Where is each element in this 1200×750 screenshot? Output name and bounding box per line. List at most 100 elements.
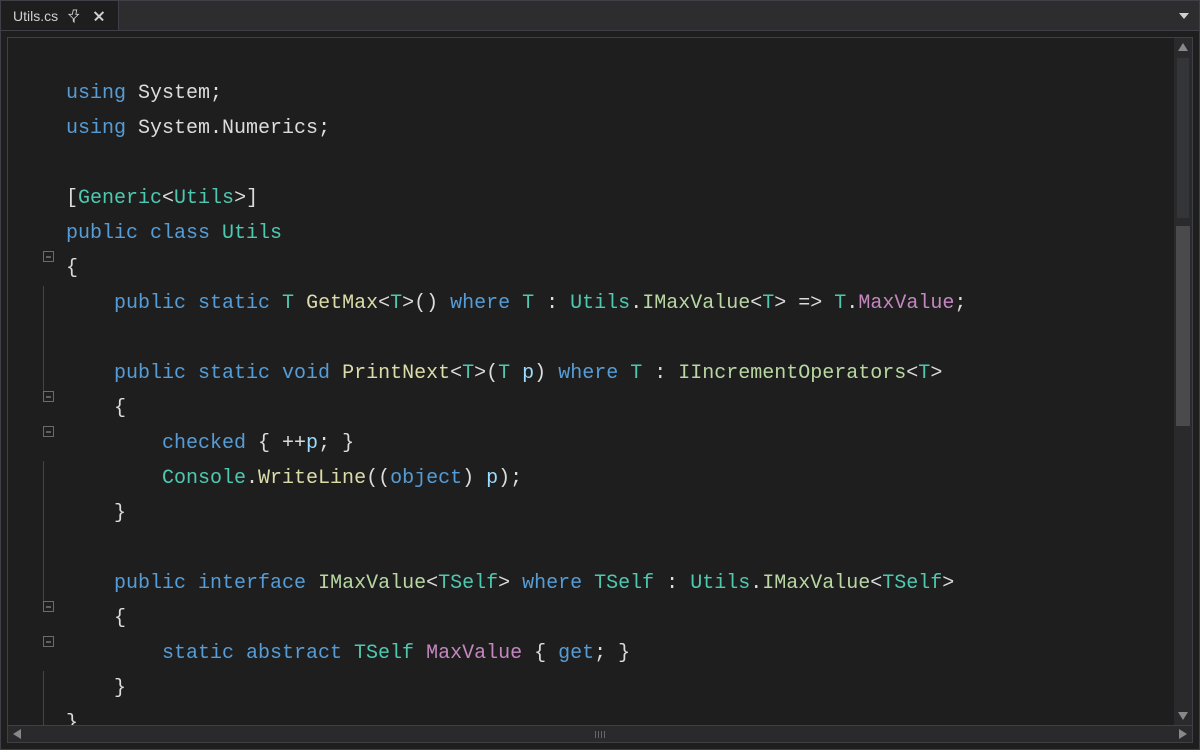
code-token: MaxValue [426,642,534,665]
code-token: ) [462,467,486,490]
code-token: object [390,467,462,490]
code-token: T [918,362,930,385]
code-token: } [66,677,126,700]
code-token: Console [162,467,246,490]
code-token: PrintNext [342,362,450,385]
code-token: < [426,572,438,595]
code-token: get [558,642,594,665]
code-token: T [522,292,546,315]
code-token: GetMax [306,292,378,315]
code-token: < [450,362,462,385]
code-token: T [630,362,654,385]
hscroll-track[interactable] [26,726,1174,742]
code-token: public static [114,292,282,315]
code-token: ); [498,467,522,490]
code-token: ; } [318,432,354,455]
code-token: checked [162,432,258,455]
code-token: . [210,117,222,140]
vertical-scrollbar[interactable] [1174,38,1192,725]
code-token: < [162,187,174,210]
code-token: : [654,362,678,385]
code-token: WriteLine [258,467,366,490]
fold-toggle[interactable] [43,426,54,437]
code-token: ; [954,292,966,315]
code-token: T [462,362,474,385]
code-token: . [750,572,762,595]
editor-body: using System; using System.Numerics; [Ge… [7,37,1193,725]
code-minimap[interactable] [1177,58,1189,218]
code-token: (( [366,467,390,490]
code-token [66,642,162,665]
code-token: T [498,362,522,385]
code-token: < [906,362,918,385]
fold-toggle[interactable] [43,391,54,402]
code-token: Utils [174,187,234,210]
file-tab[interactable]: Utils.cs [1,1,119,30]
tab-bar: Utils.cs [1,1,1199,31]
code-token: ) [534,362,558,385]
tabbar-spacer [119,1,1169,30]
code-token: Generic [78,187,162,210]
code-token: p [486,467,498,490]
code-token [66,432,162,455]
code-token: IMaxValue [318,572,426,595]
code-token: > [498,572,522,595]
code-token: > => [774,292,834,315]
tab-filename: Utils.cs [13,8,58,24]
code-token: MaxValue [858,292,954,315]
fold-toggle[interactable] [43,636,54,647]
horizontal-scrollbar[interactable] [7,725,1193,743]
code-token: } [66,502,126,525]
code-token: . [630,292,642,315]
code-token: Numerics [222,117,318,140]
scroll-left-icon[interactable] [8,725,26,743]
code-token: ; [210,82,222,105]
code-token: T [282,292,306,315]
tab-overflow-button[interactable] [1169,1,1199,30]
code-editor[interactable]: using System; using System.Numerics; [Ge… [60,38,1174,725]
code-token: System [138,82,210,105]
code-token: TSelf [594,572,666,595]
splitter-handle-icon[interactable] [592,729,608,739]
scroll-up-icon[interactable] [1174,38,1192,56]
scroll-down-icon[interactable] [1174,707,1192,725]
code-token [66,362,114,385]
code-token: Utils [690,572,750,595]
code-token: T [762,292,774,315]
fold-toggle[interactable] [43,601,54,612]
code-token: public static void [114,362,342,385]
scroll-track[interactable] [1174,56,1192,707]
code-token: > [942,572,954,595]
code-token: p [306,432,318,455]
scroll-right-icon[interactable] [1174,725,1192,743]
code-token: { ++ [258,432,306,455]
code-token: T [834,292,846,315]
code-token: ; [318,117,330,140]
code-token: TSelf [438,572,498,595]
code-token: where [558,362,630,385]
outline-gutter[interactable] [8,38,60,725]
code-token: using [66,82,138,105]
code-token: IMaxValue [642,292,750,315]
editor-window: Utils.cs using S [0,0,1200,750]
code-token: { [534,642,558,665]
code-token: . [846,292,858,315]
code-token: >] [234,187,258,210]
scroll-thumb[interactable] [1176,226,1190,426]
code-token: >() [402,292,450,315]
pin-icon[interactable] [68,9,82,23]
code-token: < [378,292,390,315]
code-token: public class [66,222,222,245]
code-token: [ [66,187,78,210]
fold-toggle[interactable] [43,251,54,262]
code-token: Utils [570,292,630,315]
close-icon[interactable] [92,9,106,23]
code-token: TSelf [354,642,426,665]
code-token: : [666,572,690,595]
code-token [66,572,114,595]
code-token: System [138,117,210,140]
code-token: where [450,292,522,315]
code-token: { [66,257,78,280]
code-token: IIncrementOperators [678,362,906,385]
code-token: TSelf [882,572,942,595]
